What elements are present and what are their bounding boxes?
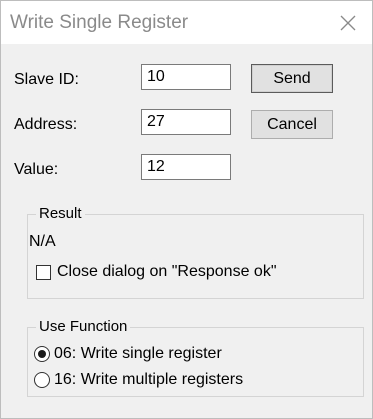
value-label: Value:: [14, 161, 59, 178]
use-function-legend: Use Function: [36, 318, 131, 335]
close-icon: [340, 15, 356, 31]
function-06-radio[interactable]: [34, 346, 50, 362]
write-single-register-dialog: Write Single Register Slave ID: 10 Addre…: [0, 0, 373, 419]
slave-id-input[interactable]: 10: [141, 64, 231, 90]
close-button[interactable]: [334, 9, 362, 37]
address-label: Address:: [14, 116, 78, 133]
result-group: Result: [27, 205, 364, 299]
function-16-label[interactable]: 16: Write multiple registers: [54, 371, 243, 389]
close-on-ok-label[interactable]: Close dialog on "Response ok": [57, 263, 277, 281]
radio-selected-dot: [38, 350, 46, 358]
close-on-ok-checkbox[interactable]: [36, 265, 51, 280]
function-16-radio[interactable]: [34, 372, 50, 388]
cancel-button[interactable]: Cancel: [251, 110, 333, 139]
title-bar[interactable]: Write Single Register: [1, 1, 372, 44]
result-status: N/A: [29, 233, 56, 250]
send-button[interactable]: Send: [251, 64, 333, 93]
function-06-label[interactable]: 06: Write single register: [54, 345, 222, 363]
value-input[interactable]: 12: [141, 154, 231, 180]
address-input[interactable]: 27: [141, 109, 231, 135]
result-legend: Result: [36, 205, 85, 222]
slave-id-label: Slave ID:: [14, 71, 79, 88]
dialog-title: Write Single Register: [10, 12, 189, 33]
